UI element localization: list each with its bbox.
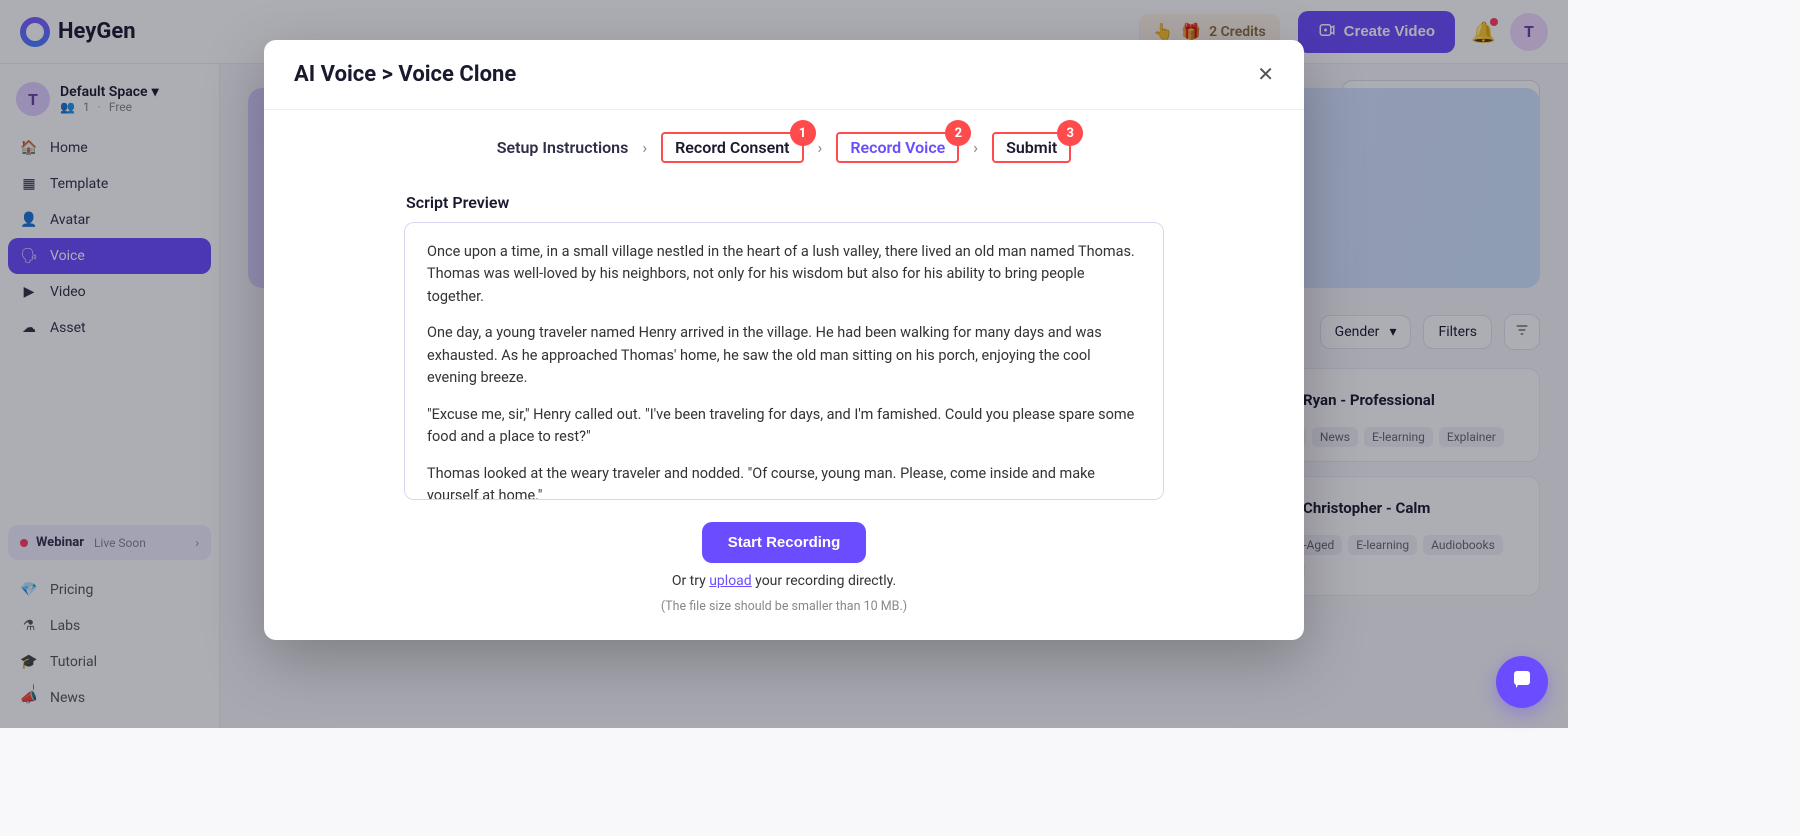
- script-preview-heading: Script Preview: [406, 193, 1164, 212]
- upload-alternative: Or try upload your recording directly.: [672, 573, 896, 589]
- step-badge: 3: [1057, 120, 1083, 146]
- upload-prefix: Or try: [672, 573, 709, 589]
- script-paragraph: Once upon a time, in a small village nes…: [427, 241, 1141, 308]
- step-label: Record Consent: [675, 138, 789, 157]
- close-button[interactable]: ✕: [1257, 62, 1274, 87]
- step-label: Submit: [1006, 138, 1057, 157]
- step-record-voice[interactable]: Record Voice 2: [836, 132, 959, 163]
- close-icon: ✕: [1257, 64, 1274, 86]
- chevron-right-icon: ›: [818, 138, 823, 157]
- start-recording-button[interactable]: Start Recording: [702, 522, 867, 563]
- upload-suffix: your recording directly.: [752, 573, 896, 589]
- step-submit[interactable]: Submit 3: [992, 132, 1071, 163]
- script-paragraph: One day, a young traveler named Henry ar…: [427, 322, 1141, 389]
- wizard-stepper: Setup Instructions › Record Consent 1 › …: [264, 110, 1304, 171]
- modal-overlay[interactable]: AI Voice > Voice Clone ✕ Setup Instructi…: [0, 0, 1568, 728]
- step-badge: 1: [790, 120, 816, 146]
- script-paragraph: Thomas looked at the weary traveler and …: [427, 463, 1141, 500]
- intercom-launcher[interactable]: [1496, 656, 1548, 708]
- chat-icon: [1510, 667, 1534, 697]
- step-label: Record Voice: [850, 138, 945, 157]
- chevron-right-icon: ›: [973, 138, 978, 157]
- step-record-consent[interactable]: Record Consent 1: [661, 132, 803, 163]
- script-paragraph: "Excuse me, sir," Henry called out. "I'v…: [427, 404, 1141, 449]
- file-size-hint: (The file size should be smaller than 10…: [661, 599, 907, 614]
- voice-clone-modal: AI Voice > Voice Clone ✕ Setup Instructi…: [264, 40, 1304, 640]
- upload-link[interactable]: upload: [709, 573, 751, 589]
- step-setup: Setup Instructions: [497, 138, 629, 157]
- modal-header: AI Voice > Voice Clone ✕: [264, 40, 1304, 110]
- step-badge: 2: [945, 120, 971, 146]
- script-preview-box[interactable]: Once upon a time, in a small village nes…: [404, 222, 1164, 500]
- chevron-right-icon: ›: [642, 138, 647, 157]
- start-recording-label: Start Recording: [728, 534, 841, 551]
- modal-title: AI Voice > Voice Clone: [294, 62, 516, 87]
